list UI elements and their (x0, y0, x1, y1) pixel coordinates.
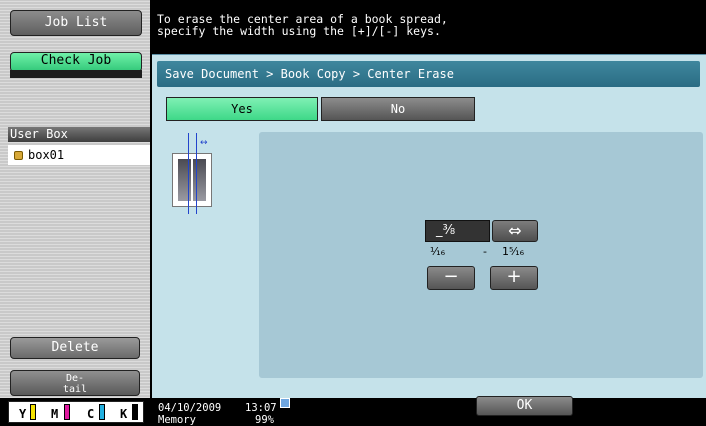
range-separator: - (483, 245, 487, 258)
unit-toggle-button[interactable]: ⇔ (492, 220, 538, 242)
toner-y-bar (30, 404, 36, 420)
main-panel: Save Document > Book Copy > Center Erase… (152, 54, 706, 399)
yes-button[interactable]: Yes (166, 97, 318, 121)
breadcrumb: Save Document > Book Copy > Center Erase (157, 61, 700, 87)
toner-m-label: M (51, 407, 59, 421)
toner-m-bar (64, 404, 70, 420)
toner-c-bar (99, 404, 105, 420)
check-job-tab-tail (10, 70, 142, 78)
memory-value: 99% (255, 414, 274, 426)
status-icon (280, 398, 290, 408)
box-icon (14, 151, 23, 160)
toner-c-label: C (87, 407, 95, 421)
detail-button[interactable]: De- tail (10, 370, 140, 396)
toner-y-label: Y (19, 407, 27, 421)
toner-indicator: Y M C K (8, 401, 144, 423)
center-erase-line-left (188, 133, 189, 214)
width-arrow-icon: ↔ (200, 138, 208, 148)
ok-button[interactable]: OK (476, 396, 573, 416)
instruction-line-2: specify the width using the [+]/[-] keys… (157, 24, 441, 38)
width-value-display: _⅜ (425, 220, 490, 242)
range-max: 1⁵⁄₁₆ (502, 245, 525, 258)
no-button[interactable]: No (321, 97, 475, 121)
user-box-item-label: box01 (28, 148, 65, 162)
instruction-message: To erase the center area of a book sprea… (152, 0, 706, 54)
date: 04/10/2009 (158, 402, 222, 414)
center-erase-line-right (196, 133, 197, 214)
detail-label-line1: De- (65, 373, 85, 384)
delete-button[interactable]: Delete (10, 337, 140, 359)
time: 13:07 (245, 402, 277, 414)
job-list-button[interactable]: Job List (10, 10, 142, 36)
plus-button[interactable]: + (490, 266, 538, 290)
toner-k-label: K (120, 407, 128, 421)
toner-k-bar (132, 404, 138, 420)
setting-area (259, 132, 703, 378)
check-job-button[interactable]: Check Job (10, 52, 142, 72)
minus-button[interactable]: − (427, 266, 475, 290)
memory-label: Memory (158, 414, 196, 426)
right-page (193, 159, 206, 201)
detail-label-line2: tail (62, 384, 88, 395)
range-min: ⅟₁₆ (430, 245, 446, 258)
book-spread-illustration (172, 153, 212, 207)
left-panel: Job List Check Job User Box box01 Delete… (0, 0, 152, 426)
left-page (178, 159, 191, 201)
status-bar: 04/10/2009 13:07 Memory 99% (152, 398, 706, 426)
user-box-title: User Box (8, 127, 150, 142)
user-box-item[interactable]: box01 (8, 145, 150, 165)
